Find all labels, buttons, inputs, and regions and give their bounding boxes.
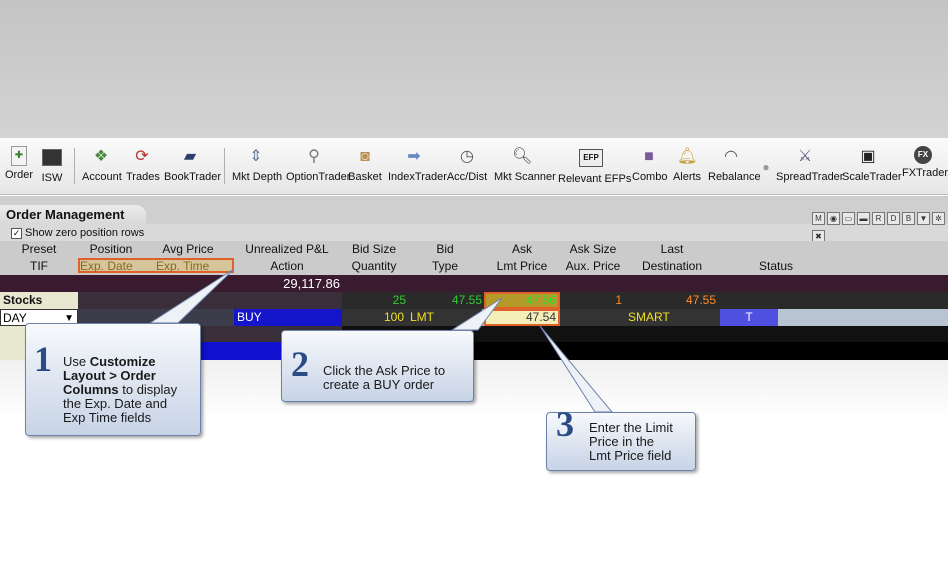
callout-1-number: 1: [34, 339, 52, 379]
callout-1-bold-b: Layout > Order: [63, 368, 156, 383]
callout-3-line-3: Lmt Price field: [589, 448, 672, 463]
callout-1-text-b: to display: [118, 382, 178, 397]
callout-3-line-1: Enter the Limit: [589, 420, 673, 435]
callout-1-text-c: the Exp. Date and: [63, 396, 168, 411]
callout-3-line-2: Price in the: [589, 434, 655, 449]
callout-2-line-1: Click the Ask Price to: [323, 363, 446, 378]
callout-1-text-d: Exp Time fields: [63, 410, 152, 425]
callout-1-pointer: [148, 268, 235, 324]
callout-pointers: [148, 268, 614, 413]
callout-1-bold-c: Columns: [63, 382, 119, 397]
callout-1: 1 Use Customize Layout > Order Columns t…: [25, 323, 201, 436]
callout-1-bold-a: Customize: [89, 354, 156, 369]
callout-1-text-a: Use: [63, 354, 90, 369]
callout-3-pointer: [539, 325, 614, 413]
callout-2: 2 Click the Ask Price to create a BUY or…: [281, 330, 474, 402]
callout-2-number: 2: [291, 344, 309, 384]
callout-2-line-2: create a BUY order: [323, 377, 435, 392]
callout-3: 3 Enter the Limit Price in the Lmt Price…: [546, 404, 696, 471]
callout-3-number: 3: [556, 404, 574, 444]
callout-2-pointer: [450, 297, 503, 331]
